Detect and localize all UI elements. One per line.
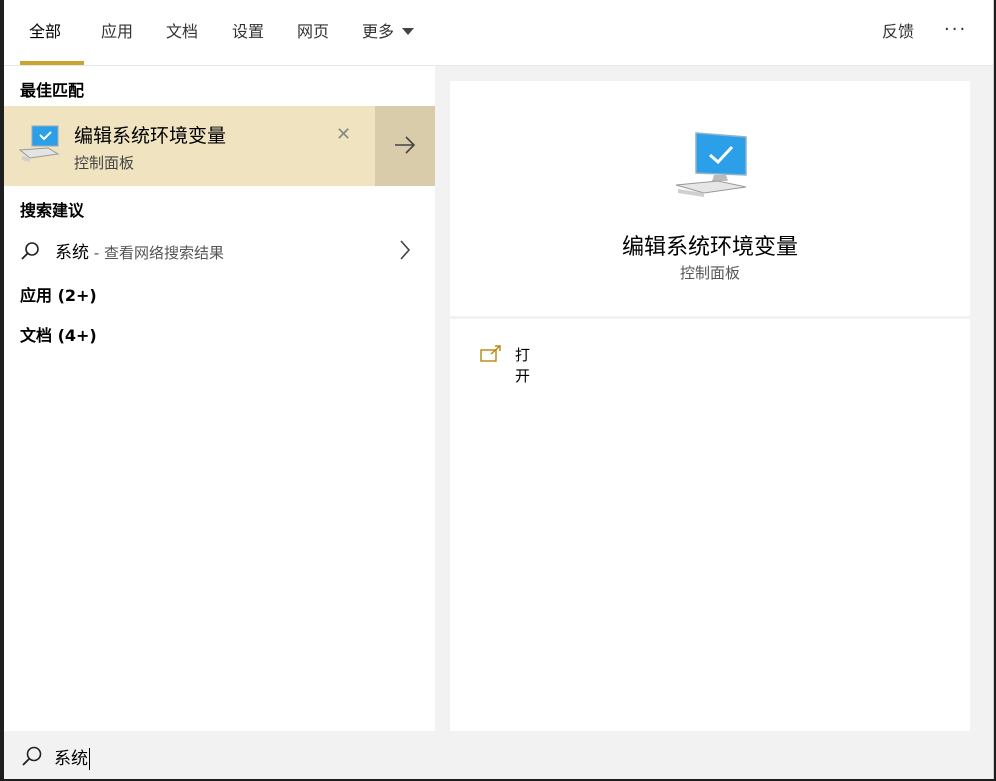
best-match-open-area[interactable]: 编辑系统环境变量 控制面板 ✕ [4,106,374,186]
feedback-button[interactable]: 反馈 [882,0,914,65]
suggestion-hint: - 查看网络搜索结果 [89,244,224,262]
suggestion-query: 系统 [55,243,89,263]
best-match-subtitle: 控制面板 [74,154,135,172]
web-search-suggestion[interactable]: 系统 - 查看网络搜索结果 [4,230,435,270]
control-panel-monitor-icon [18,124,62,168]
best-match-result[interactable]: 编辑系统环境变量 控制面板 ✕ [4,106,435,186]
tab-apps-label: 应用 [101,22,134,41]
preview-title: 编辑系统环境变量 [621,235,798,260]
best-match-heading: 最佳匹配 [20,81,85,100]
search-input-value: 系统 [54,749,88,769]
documents-section-heading[interactable]: 文档 (4+) [20,322,97,346]
text-cursor [89,748,90,770]
tab-more-label: 更多 [362,22,395,41]
results-list: 最佳匹配 编辑系统环境变量 控制面板 ✕ 搜索建议 系统 - 查看网络搜索结果 … [4,66,435,731]
tab-all-label: 全部 [28,22,61,41]
search-input[interactable]: 系统 [54,744,90,770]
search-icon [21,745,43,771]
apps-section-heading[interactable]: 应用 (2+) [20,282,97,306]
suggestion-text: 系统 - 查看网络搜索结果 [55,238,224,263]
preview-subtitle: 控制面板 [679,264,740,282]
chevron-right-icon [398,239,412,265]
search-suggestions-heading: 搜索建议 [20,201,85,220]
open-external-icon [480,345,502,367]
search-window: 全部 应用 文档 设置 网页 更多 反馈 ··· 最佳匹配 编辑系统环境变量 控… [4,0,994,779]
caret-down-icon [402,28,415,35]
tab-apps[interactable]: 应用 [101,0,133,65]
control-panel-monitor-icon [674,131,750,205]
expand-arrow-button[interactable] [375,106,435,186]
tab-all[interactable]: 全部 [20,0,84,65]
preview-divider [450,316,970,319]
tab-web[interactable]: 网页 [297,0,329,65]
arrow-right-icon [394,135,416,159]
search-icon [20,241,40,265]
active-tab-indicator [20,61,84,65]
more-options-button[interactable]: ··· [944,0,967,65]
best-match-title: 编辑系统环境变量 [74,125,227,147]
tab-web-label: 网页 [297,22,330,41]
open-action-label: 打开 [515,346,531,385]
preview-pane: 编辑系统环境变量 控制面板 打开 [450,81,970,731]
close-icon[interactable]: ✕ [336,124,351,145]
tab-more[interactable]: 更多 [362,0,415,65]
tab-settings[interactable]: 设置 [232,0,264,65]
tab-documents[interactable]: 文档 [166,0,198,65]
search-box[interactable]: 系统 [4,731,993,779]
tab-settings-label: 设置 [232,22,265,41]
filter-tab-bar: 全部 应用 文档 设置 网页 更多 反馈 ··· [4,0,993,66]
tab-documents-label: 文档 [166,22,199,41]
